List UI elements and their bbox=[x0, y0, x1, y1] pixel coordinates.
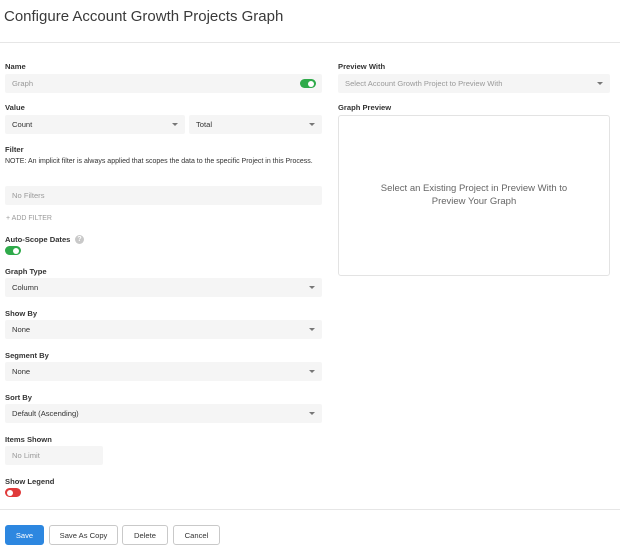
graph-type-select[interactable]: Column bbox=[5, 278, 322, 297]
name-input-value: Graph bbox=[12, 79, 34, 88]
toggle-knob bbox=[13, 247, 19, 254]
save-button[interactable]: Save bbox=[5, 525, 44, 545]
sort-by-label: Sort By bbox=[5, 393, 33, 402]
preview-project-select[interactable]: Select Account Growth Project to Preview… bbox=[338, 74, 610, 93]
toggle-knob bbox=[7, 489, 13, 496]
graph-preview-label: Graph Preview bbox=[338, 103, 392, 112]
value-aggregate-select[interactable]: Count bbox=[5, 115, 185, 134]
filter-label: Filter bbox=[5, 145, 24, 154]
footer-divider bbox=[0, 509, 620, 510]
sort-by-select[interactable]: Default (Ascending) bbox=[5, 404, 322, 423]
items-shown-placeholder: No Limit bbox=[12, 451, 40, 460]
cancel-button[interactable]: Cancel bbox=[173, 525, 220, 545]
delete-button[interactable]: Delete bbox=[122, 525, 168, 545]
graph-preview-message: Select an Existing Project in Preview Wi… bbox=[380, 183, 568, 207]
preview-project-placeholder: Select Account Growth Project to Preview… bbox=[345, 79, 503, 88]
preview-with-label: Preview With bbox=[338, 62, 386, 71]
filter-list[interactable]: No Filters bbox=[5, 186, 322, 205]
items-shown-input[interactable]: No Limit bbox=[5, 446, 103, 465]
value-aggregate-selected: Count bbox=[12, 120, 33, 129]
add-filter-link[interactable]: + ADD FILTER bbox=[6, 215, 52, 222]
graph-preview-panel: Select an Existing Project in Preview Wi… bbox=[338, 115, 610, 276]
name-label: Name bbox=[5, 62, 26, 71]
graph-type-selected: Column bbox=[12, 283, 39, 292]
show-by-selected: None bbox=[12, 325, 31, 334]
show-by-label: Show By bbox=[5, 309, 38, 318]
header-divider bbox=[0, 42, 620, 43]
segment-by-select[interactable]: None bbox=[5, 362, 322, 381]
chevron-down-icon bbox=[309, 123, 315, 126]
show-legend-toggle[interactable] bbox=[5, 488, 21, 497]
show-by-select[interactable]: None bbox=[5, 320, 322, 339]
name-input[interactable]: Graph bbox=[5, 74, 322, 93]
chevron-down-icon bbox=[309, 328, 315, 331]
items-shown-label: Items Shown bbox=[5, 435, 52, 444]
value-field-selected: Total bbox=[196, 120, 213, 129]
save-as-copy-button[interactable]: Save As Copy bbox=[49, 525, 118, 545]
value-label: Value bbox=[5, 103, 25, 112]
toggle-knob bbox=[308, 80, 314, 87]
name-toggle[interactable] bbox=[300, 79, 316, 88]
help-icon[interactable]: ? bbox=[75, 235, 84, 244]
filter-note: NOTE: An implicit filter is always appli… bbox=[5, 158, 313, 165]
value-field-select[interactable]: Total bbox=[189, 115, 322, 134]
chevron-down-icon bbox=[309, 286, 315, 289]
auto-scope-label: Auto-Scope Dates bbox=[5, 235, 71, 244]
chevron-down-icon bbox=[309, 412, 315, 415]
page-title: Configure Account Growth Projects Graph bbox=[4, 8, 284, 25]
chevron-down-icon bbox=[172, 123, 178, 126]
graph-type-label: Graph Type bbox=[5, 267, 47, 276]
filter-placeholder: No Filters bbox=[12, 191, 45, 200]
segment-by-selected: None bbox=[12, 367, 31, 376]
auto-scope-toggle[interactable] bbox=[5, 246, 21, 255]
chevron-down-icon bbox=[597, 82, 603, 85]
sort-by-selected: Default (Ascending) bbox=[12, 409, 79, 418]
segment-by-label: Segment By bbox=[5, 351, 49, 360]
chevron-down-icon bbox=[309, 370, 315, 373]
show-legend-label: Show Legend bbox=[5, 477, 55, 486]
